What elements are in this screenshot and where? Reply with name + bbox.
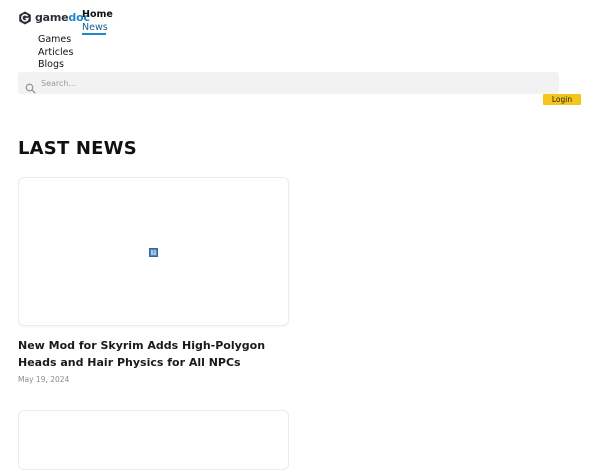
search-icon[interactable] bbox=[25, 83, 36, 94]
nav-home-link[interactable]: Home bbox=[82, 9, 113, 22]
nav-news-link[interactable]: News bbox=[82, 22, 108, 35]
svg-text:?: ? bbox=[152, 251, 155, 257]
gamedoc-logo-icon bbox=[19, 11, 31, 25]
site-logo[interactable]: gamedoc bbox=[18, 10, 90, 26]
search-input[interactable] bbox=[41, 74, 551, 92]
article-date: May 19, 2024 bbox=[18, 375, 70, 384]
nav-games-link[interactable]: Games bbox=[38, 34, 73, 47]
nav-articles-link[interactable]: Articles bbox=[38, 47, 73, 60]
primary-nav: Home News bbox=[82, 9, 113, 35]
article-image-link-2[interactable] bbox=[18, 410, 289, 470]
login-button[interactable]: Login bbox=[543, 94, 581, 105]
search-bar bbox=[18, 72, 559, 94]
section-title: LAST NEWS bbox=[18, 138, 137, 159]
site-header: gamedoc Home News Games Articles Blogs L… bbox=[0, 0, 600, 110]
article-title-link[interactable]: New Mod for Skyrim Adds High-Polygon Hea… bbox=[18, 337, 290, 371]
article-image-link[interactable]: ? bbox=[18, 177, 289, 326]
logo-word-game: game bbox=[35, 11, 69, 24]
secondary-nav: Games Articles Blogs bbox=[38, 34, 73, 72]
broken-image-icon: ? bbox=[149, 248, 158, 257]
nav-blogs-link[interactable]: Blogs bbox=[38, 59, 73, 72]
